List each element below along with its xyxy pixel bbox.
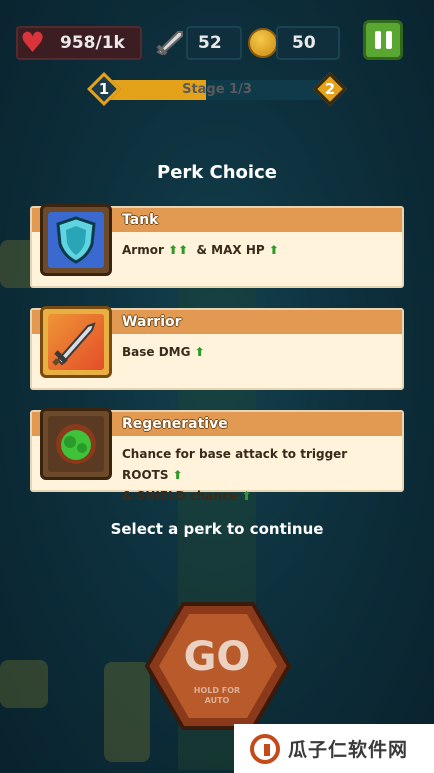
perk-card-regenerative[interactable]: Regenerative Chance for base attack to t… — [30, 408, 404, 503]
upgrade-arrow-icon: ⬆ — [268, 243, 279, 257]
sword-icon — [156, 31, 183, 56]
stage-progress-bar: Stage 1/3 — [104, 80, 330, 100]
hp-display: ♥ 958/1k — [16, 26, 142, 60]
go-button-sublabel: HOLD FOR AUTO — [193, 686, 241, 705]
attack-display: 52 — [186, 26, 242, 60]
shield-icon — [40, 204, 112, 276]
stage-node-start: 1 — [87, 72, 121, 106]
perk-dialog-title: Perk Choice — [157, 162, 277, 183]
coin-display: 50 — [276, 26, 340, 60]
watermark-text: 瓜子仁软件网 — [288, 739, 409, 761]
attack-value: 52 — [198, 33, 222, 53]
roots-icon — [40, 408, 112, 480]
perk-card-tank[interactable]: Tank Armor ⬆⬆ & MAX HP ⬆ — [30, 204, 404, 288]
heart-icon: ♥ — [20, 26, 46, 59]
hp-value: 958/1k — [60, 33, 125, 53]
pause-button[interactable] — [363, 20, 403, 60]
stage-node-end: 2 — [313, 72, 347, 106]
go-button-label: GO — [183, 634, 251, 680]
upgrade-arrow-icon: ⬆ — [194, 345, 205, 359]
pause-icon — [374, 31, 381, 49]
coin-icon — [248, 28, 278, 58]
sword-icon — [40, 306, 112, 378]
coin-value: 50 — [292, 33, 316, 53]
stage-label: Stage 1/3 — [182, 82, 252, 97]
upgrade-arrow-icon: ⬆⬆ — [168, 243, 189, 257]
watermark: 瓜子仁软件网 — [234, 724, 434, 773]
upgrade-arrow-icon: ⬆ — [241, 489, 252, 503]
perk-card-warrior[interactable]: Warrior Base DMG ⬆ — [30, 306, 404, 390]
upgrade-arrow-icon: ⬆ — [172, 468, 183, 482]
watermark-logo-icon — [250, 733, 280, 764]
select-perk-hint: Select a perk to continue — [110, 520, 324, 538]
